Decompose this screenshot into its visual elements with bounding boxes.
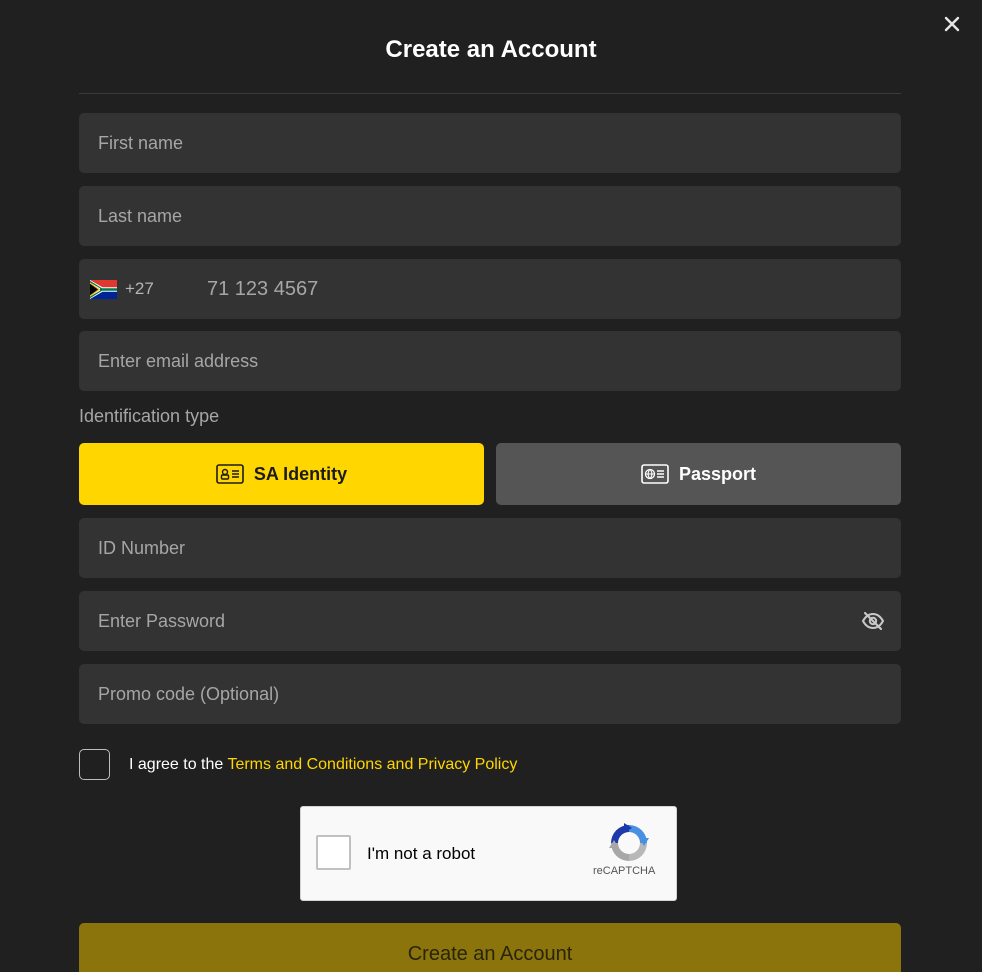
first-name-field-container [79,113,901,173]
terms-agreement-row: I agree to the Terms and Conditions and … [79,749,517,780]
terms-text: I agree to the Terms and Conditions and … [129,756,517,774]
passport-label: Passport [678,463,757,484]
phone-input[interactable] [195,259,901,319]
id-card-icon [216,464,244,484]
create-account-modal: Create an Account +27 Identification typ… [0,0,982,972]
first-name-input[interactable] [79,113,901,173]
promo-code-input[interactable] [79,664,901,724]
password-field-container [79,591,901,651]
email-input[interactable] [79,331,901,391]
eye-off-icon[interactable] [861,609,885,633]
passport-button[interactable]: Passport [496,443,901,505]
title-divider [79,93,901,94]
id-number-input[interactable] [79,518,901,578]
passport-icon [641,464,669,484]
terms-prefix: I agree to the [129,755,228,773]
page-title: Create an Account [385,36,597,63]
country-code-selector[interactable]: +27 [79,259,195,319]
sa-identity-button[interactable]: SA Identity [79,443,484,505]
recaptcha-brand: reCAPTCHA [593,865,656,877]
country-code: +27 [125,279,154,298]
close-button[interactable] [940,12,964,36]
id-number-field-container [79,518,901,578]
close-icon [944,16,960,32]
phone-field-container: +27 [79,259,901,319]
create-account-button[interactable]: Create an Account [79,923,901,972]
last-name-input[interactable] [79,186,901,246]
password-input[interactable] [79,591,901,651]
email-field-container [79,331,901,391]
recaptcha-checkbox[interactable] [316,835,351,870]
terms-link[interactable]: Terms and Conditions and Privacy Policy [227,756,517,773]
sa-identity-label: SA Identity [253,463,348,484]
promo-field-container [79,664,901,724]
recaptcha-widget: I'm not a robot reCAPTCHA [300,806,677,901]
recaptcha-logo-icon [609,823,649,861]
last-name-field-container [79,186,901,246]
terms-checkbox[interactable] [79,749,110,780]
south-africa-flag-icon [90,279,117,299]
recaptcha-label: I'm not a robot [367,844,476,863]
id-type-label: Identification type [79,406,220,426]
